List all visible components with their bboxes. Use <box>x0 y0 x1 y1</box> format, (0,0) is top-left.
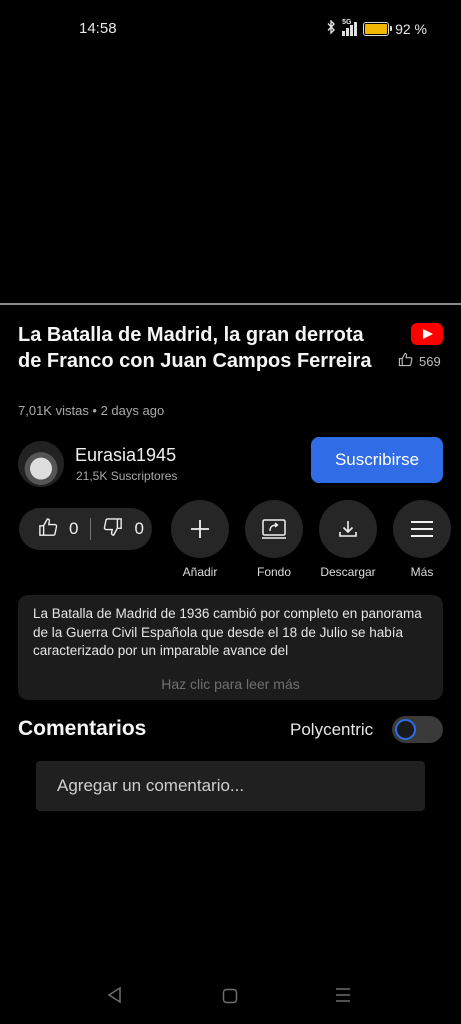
likes-count: 569 <box>419 353 441 369</box>
video-likes: 569 <box>398 352 441 370</box>
add-button[interactable]: Añadir <box>171 500 229 579</box>
comment-input[interactable]: Agregar un comentario... <box>36 761 425 811</box>
video-progress-bar[interactable] <box>0 303 461 305</box>
menu-icon <box>393 500 451 558</box>
download-label: Descargar <box>320 565 376 579</box>
status-time: 14:58 <box>79 20 117 37</box>
subscribe-button[interactable]: Suscribirse <box>311 437 443 483</box>
toggle-knob <box>395 719 416 740</box>
like-dislike-pill: 0 0 <box>19 508 152 550</box>
signal-icon: 5G <box>342 18 358 36</box>
plus-icon <box>171 500 229 558</box>
channel-avatar[interactable] <box>18 441 64 487</box>
more-label: Más <box>410 565 434 579</box>
like-button[interactable]: 0 <box>19 517 78 542</box>
battery-icon <box>363 21 393 36</box>
background-play-icon <box>245 500 303 558</box>
thumbs-up-icon <box>38 517 58 542</box>
video-player[interactable] <box>0 44 461 303</box>
back-triangle-icon[interactable] <box>106 986 124 1009</box>
dislike-count: 0 <box>134 519 144 538</box>
background-label: Fondo <box>256 565 292 579</box>
comments-title: Comentarios <box>18 717 147 740</box>
channel-subscribers: 21,5K Suscriptores <box>76 469 178 483</box>
channel-name[interactable]: Eurasia1945 <box>75 445 176 466</box>
network-type: 5G <box>342 18 352 26</box>
youtube-logo-icon[interactable] <box>411 323 443 345</box>
dislike-button[interactable]: 0 <box>91 517 144 542</box>
battery-percent: 92 % <box>395 20 427 37</box>
more-button[interactable]: Más <box>393 500 451 579</box>
video-meta: 7,01K vistas • 2 days ago <box>18 403 165 418</box>
home-square-icon[interactable] <box>222 988 238 1009</box>
download-icon <box>319 500 377 558</box>
add-label: Añadir <box>182 565 218 579</box>
polycentric-label: Polycentric <box>290 720 374 739</box>
bluetooth-icon <box>326 19 336 37</box>
thumbs-down-icon <box>103 517 123 542</box>
description-text: La Batalla de Madrid de 1936 cambió por … <box>33 606 422 658</box>
thumbs-up-icon <box>398 352 413 370</box>
recents-lines-icon[interactable] <box>335 987 351 1008</box>
download-button[interactable]: Descargar <box>319 500 377 579</box>
video-title: La Batalla de Madrid, la gran derrota de… <box>18 324 372 372</box>
like-count: 0 <box>69 519 79 538</box>
read-more-link[interactable]: Haz clic para leer más <box>18 676 443 692</box>
status-icons: 5G 92 % <box>326 18 427 37</box>
polycentric-toggle[interactable] <box>392 716 443 743</box>
background-play-button[interactable]: Fondo <box>245 500 303 579</box>
